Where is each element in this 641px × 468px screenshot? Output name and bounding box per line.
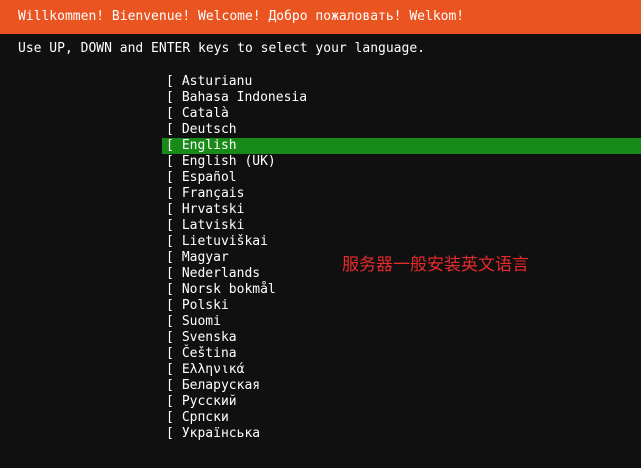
language-option[interactable]: [ Lietuviškai xyxy=(162,234,641,250)
language-option[interactable]: [ Asturianu xyxy=(162,74,641,90)
option-bracket: [ xyxy=(166,314,174,329)
language-label: Deutsch xyxy=(181,122,237,137)
option-bracket: [ xyxy=(166,170,174,185)
language-label: Русский xyxy=(181,394,237,409)
language-option[interactable]: [ Српски xyxy=(162,410,641,426)
option-bracket: [ xyxy=(166,426,174,441)
option-bracket: [ xyxy=(166,138,174,153)
option-bracket: [ xyxy=(166,186,174,201)
language-label: Čeština xyxy=(181,346,237,361)
option-bracket: [ xyxy=(166,298,174,313)
option-bracket: [ xyxy=(166,362,174,377)
language-option[interactable]: [ Беларуская xyxy=(162,378,641,394)
language-option[interactable]: [ Русский xyxy=(162,394,641,410)
language-option[interactable]: [ Ελληνικά xyxy=(162,362,641,378)
language-option[interactable]: [ Norsk bokmål xyxy=(162,282,641,298)
option-bracket: [ xyxy=(166,122,174,137)
language-label: English (UK) xyxy=(181,154,276,169)
installer-screen: Willkommen! Bienvenue! Welcome! Добро по… xyxy=(0,0,641,468)
language-option[interactable]: [ Suomi xyxy=(162,314,641,330)
language-label: Asturianu xyxy=(181,74,253,89)
language-label: Hrvatski xyxy=(181,202,245,217)
option-bracket: [ xyxy=(166,154,174,169)
option-bracket: [ xyxy=(166,330,174,345)
language-option[interactable]: [ Svenska xyxy=(162,330,641,346)
language-label: Norsk bokmål xyxy=(181,282,276,297)
language-option[interactable]: [ Español xyxy=(162,170,641,186)
language-label: Català xyxy=(181,106,229,121)
language-option[interactable]: [ Українська xyxy=(162,426,641,442)
language-label: Latviski xyxy=(181,218,245,233)
option-bracket: [ xyxy=(166,106,174,121)
option-bracket: [ xyxy=(166,74,174,89)
annotation-text: 服务器一般安装英文语言 xyxy=(342,255,529,275)
language-label: Español xyxy=(181,170,237,185)
language-label: Беларуская xyxy=(181,378,261,393)
language-label: Ελληνικά xyxy=(181,362,245,377)
language-label: English xyxy=(181,138,237,153)
language-label: Українська xyxy=(181,426,261,441)
option-bracket: [ xyxy=(166,250,174,265)
option-bracket: [ xyxy=(166,410,174,425)
language-label: Suomi xyxy=(181,314,221,329)
language-option[interactable]: [ Čeština xyxy=(162,346,641,362)
language-option[interactable]: [ Bahasa Indonesia xyxy=(162,90,641,106)
language-label: Magyar xyxy=(181,250,229,265)
language-label: Français xyxy=(181,186,245,201)
language-option[interactable]: [ Français xyxy=(162,186,641,202)
language-option[interactable]: [ Latviski xyxy=(162,218,641,234)
language-option[interactable]: [ Hrvatski xyxy=(162,202,641,218)
option-bracket: [ xyxy=(166,218,174,233)
option-bracket: [ xyxy=(166,90,174,105)
option-bracket: [ xyxy=(166,202,174,217)
instruction-text: Use UP, DOWN and ENTER keys to select yo… xyxy=(18,41,425,56)
language-label: Nederlands xyxy=(181,266,261,281)
option-bracket: [ xyxy=(166,394,174,409)
option-bracket: [ xyxy=(166,266,174,281)
language-label: Svenska xyxy=(181,330,237,345)
option-bracket: [ xyxy=(166,282,174,297)
language-option[interactable]: [ Polski xyxy=(162,298,641,314)
language-label: Polski xyxy=(181,298,229,313)
language-label: Lietuviškai xyxy=(181,234,268,249)
language-option[interactable]: [ Deutsch xyxy=(162,122,641,138)
language-label: Српски xyxy=(181,410,229,425)
option-bracket: [ xyxy=(166,234,174,249)
language-option[interactable]: [ Català xyxy=(162,106,641,122)
option-bracket: [ xyxy=(166,346,174,361)
language-option[interactable]: [ English (UK) xyxy=(162,154,641,170)
welcome-header: Willkommen! Bienvenue! Welcome! Добро по… xyxy=(0,0,641,34)
language-label: Bahasa Indonesia xyxy=(181,90,308,105)
language-option[interactable]: [ English xyxy=(162,138,641,154)
option-bracket: [ xyxy=(166,378,174,393)
